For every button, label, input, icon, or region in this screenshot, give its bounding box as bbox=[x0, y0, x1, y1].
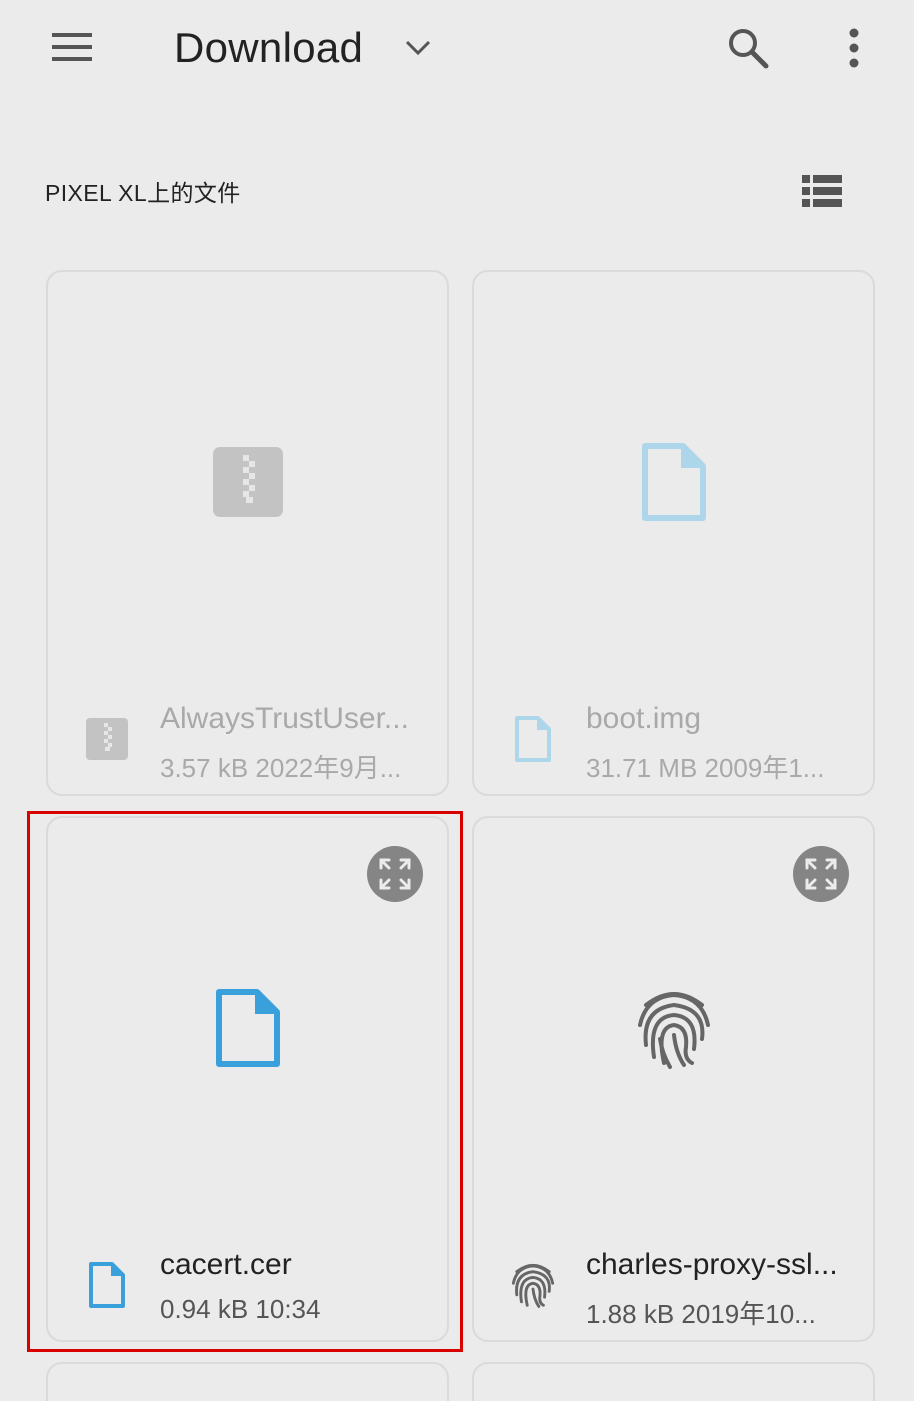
file-detail: 0.94 kB 10:34 bbox=[160, 1294, 321, 1324]
file-meta: cacert.cer 0.94 kB 10:34 bbox=[48, 1248, 447, 1338]
file-thumbnail bbox=[474, 272, 873, 692]
file-card[interactable]: cacert.cer 0.94 kB 10:34 bbox=[46, 816, 449, 1342]
chevron-down-icon bbox=[403, 33, 433, 63]
archive-icon bbox=[212, 447, 283, 517]
menu-button[interactable] bbox=[44, 22, 100, 72]
file-meta: boot.img 31.71 MB 2009年1... bbox=[474, 702, 873, 792]
file-detail: 31.71 MB 2009年1... bbox=[586, 753, 825, 783]
more-vert-icon bbox=[849, 28, 859, 68]
file-name: cacert.cer bbox=[160, 1248, 292, 1281]
file-card[interactable]: charles-proxy-ssl... 1.88 kB 2019年10... bbox=[472, 816, 875, 1342]
list-view-icon bbox=[802, 175, 842, 207]
document-icon bbox=[84, 1260, 130, 1310]
file-card[interactable] bbox=[472, 1362, 875, 1401]
file-meta: charles-proxy-ssl... 1.88 kB 2019年10... bbox=[474, 1248, 873, 1338]
file-card[interactable]: AlwaysTrustUser... 3.57 kB 2022年9月... bbox=[46, 270, 449, 796]
archive-icon bbox=[84, 714, 130, 764]
page-title: Download bbox=[174, 24, 364, 71]
search-icon bbox=[729, 29, 769, 69]
more-options-button[interactable] bbox=[828, 20, 880, 76]
file-thumbnail bbox=[474, 818, 873, 1238]
view-toggle-button[interactable] bbox=[796, 166, 848, 216]
top-app-bar: Download bbox=[0, 0, 914, 100]
file-meta: AlwaysTrustUser... 3.57 kB 2022年9月... bbox=[48, 702, 447, 792]
file-card[interactable] bbox=[46, 1362, 449, 1401]
fingerprint-icon bbox=[637, 992, 710, 1069]
file-detail: 1.88 kB 2019年10... bbox=[586, 1299, 816, 1329]
menu-icon bbox=[52, 33, 92, 61]
file-card[interactable]: boot.img 31.71 MB 2009年1... bbox=[472, 270, 875, 796]
file-name: charles-proxy-ssl... bbox=[586, 1248, 838, 1281]
document-icon bbox=[510, 714, 556, 764]
document-icon bbox=[641, 443, 706, 521]
file-manager-screen: Download PIXEL XL上的文件 AlwaysTrustUser...… bbox=[0, 0, 914, 1401]
file-name: AlwaysTrustUser... bbox=[160, 702, 409, 735]
file-name: boot.img bbox=[586, 702, 702, 735]
file-thumbnail bbox=[48, 272, 447, 692]
document-icon bbox=[215, 989, 280, 1067]
file-thumbnail bbox=[48, 818, 447, 1238]
fingerprint-icon bbox=[510, 1260, 556, 1310]
folder-selector[interactable]: Download bbox=[174, 18, 433, 78]
file-detail: 3.57 kB 2022年9月... bbox=[160, 753, 402, 783]
search-button[interactable] bbox=[720, 20, 776, 76]
section-title: PIXEL XL上的文件 bbox=[45, 180, 241, 206]
